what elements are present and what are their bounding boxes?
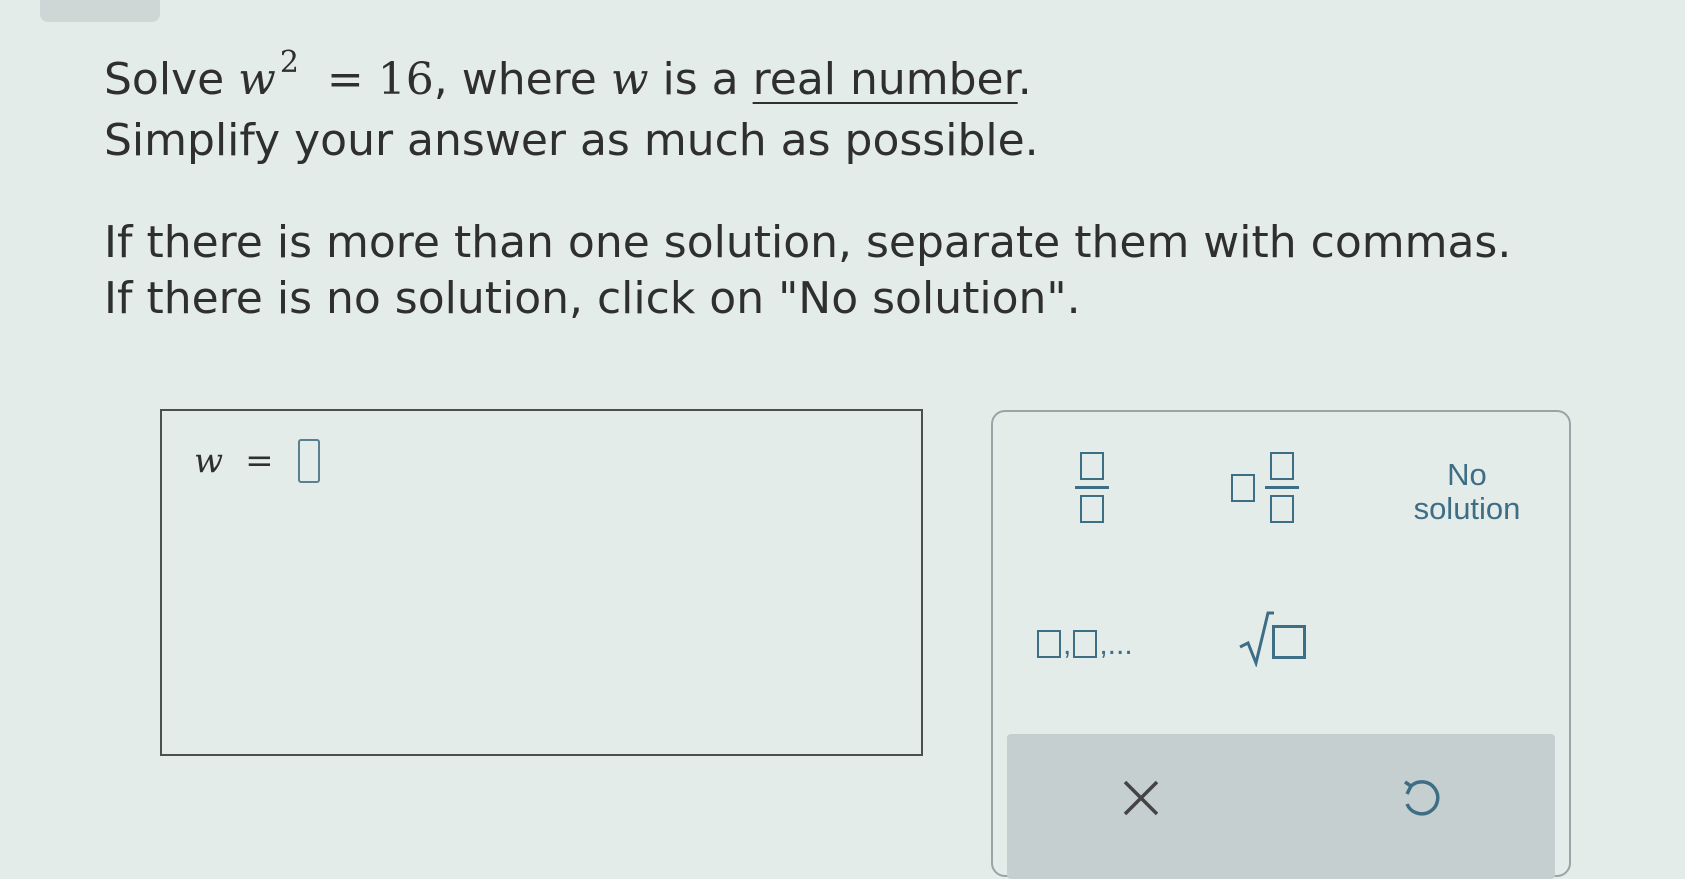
undo-button[interactable] — [1397, 776, 1443, 825]
where-text: , where — [433, 54, 611, 105]
mixed-number-icon — [1231, 473, 1255, 502]
equation-rhs: = 16 — [326, 54, 434, 105]
answer-equals: = — [245, 441, 274, 481]
period: . — [1017, 54, 1032, 105]
sqrt-icon — [1239, 611, 1274, 667]
undo-icon — [1404, 780, 1440, 816]
question-text: Solve w2 = 16, where w is a real number.… — [104, 45, 1604, 327]
fraction-button[interactable] — [1075, 452, 1109, 523]
no-solution-label-2: solution — [1413, 491, 1521, 526]
list-icon — [1037, 630, 1061, 658]
math-keypad: No solution , ,... — [991, 410, 1571, 879]
question-line-1: Solve w2 = 16, where w is a real number. — [104, 45, 1604, 113]
where-variable: w — [610, 54, 649, 105]
list-comma: , — [1063, 628, 1072, 661]
equation-variable: w — [238, 54, 276, 105]
no-solution-button[interactable]: No solution — [1397, 458, 1537, 526]
real-number-link[interactable]: real number — [753, 54, 1018, 105]
solve-label: Solve — [104, 54, 239, 105]
top-tab — [40, 0, 160, 22]
mixed-number-button[interactable] — [1231, 452, 1299, 523]
clear-button[interactable] — [1119, 776, 1163, 823]
answer-variable: w — [194, 441, 224, 481]
sqrt-button[interactable] — [1238, 609, 1306, 667]
instruction-multiple: If there is more than one solution, sepa… — [104, 217, 1512, 268]
fraction-icon — [1075, 452, 1109, 523]
answer-area[interactable]: w = — [160, 409, 923, 756]
equation-exponent: 2 — [279, 45, 299, 80]
clear-icon — [1123, 780, 1159, 816]
answer-row: w = — [194, 439, 320, 483]
is-a-text: is a — [648, 54, 753, 105]
action-bar — [1007, 734, 1555, 879]
answer-input[interactable] — [297, 439, 320, 483]
no-solution-label-1: No — [1447, 457, 1487, 492]
list-ellipsis: ,... — [1099, 628, 1133, 661]
simplify-instruction: Simplify your answer as much as possible… — [104, 115, 1039, 166]
instruction-no-solution: If there is no solution, click on "No so… — [104, 273, 1081, 324]
list-button[interactable]: , ,... — [1037, 628, 1135, 661]
